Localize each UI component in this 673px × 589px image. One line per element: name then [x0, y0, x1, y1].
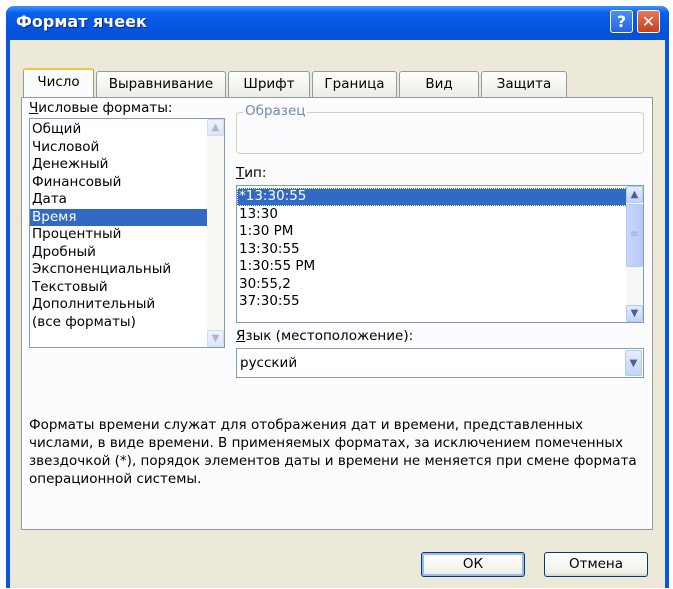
list-item[interactable]: Числовой: [30, 139, 224, 157]
list-item[interactable]: 37:30:55: [237, 293, 643, 311]
ok-button[interactable]: ОК: [421, 552, 525, 577]
list-item[interactable]: Время: [30, 208, 224, 226]
format-description: Форматы времени служат для отображения д…: [29, 417, 637, 487]
grip-icon: ≡: [630, 229, 639, 240]
cancel-button[interactable]: Отмена: [544, 552, 648, 577]
type-listbox[interactable]: *13:30:55 13:30 1:30 PM 13:30:55 1:30:55 PM 3…: [236, 185, 644, 323]
scroll-down-icon[interactable]: ▼: [626, 305, 643, 322]
scroll-up-icon[interactable]: ▲: [207, 119, 224, 136]
list-item[interactable]: Общий: [30, 121, 224, 139]
locale-value: русский: [240, 355, 298, 371]
tab-border[interactable]: Граница: [312, 71, 397, 97]
scroll-down-icon[interactable]: ▼: [207, 330, 224, 347]
locale-combobox[interactable]: русский ▼: [236, 348, 644, 378]
chevron-down-icon[interactable]: ▼: [625, 350, 642, 376]
list-item[interactable]: Текстовый: [30, 279, 224, 297]
list-item[interactable]: 1:30 PM: [237, 223, 643, 241]
tab-font[interactable]: Шрифт: [228, 71, 310, 97]
scroll-up-icon[interactable]: ▲: [626, 186, 643, 203]
dialog-body: Число Выравнивание Шрифт Граница Вид Защ…: [10, 40, 665, 588]
scroll-thumb[interactable]: ≡: [626, 204, 643, 267]
type-label: Тип:: [236, 165, 267, 181]
list-item[interactable]: 30:55,2: [237, 276, 643, 294]
list-item[interactable]: Процентный: [30, 226, 224, 244]
close-button[interactable]: ✕: [637, 10, 660, 33]
list-item[interactable]: Экспоненциальный: [30, 261, 224, 279]
type-scrollbar[interactable]: ▲ ≡ ▼: [626, 186, 643, 322]
list-item[interactable]: Дополнительный: [30, 296, 224, 314]
list-item[interactable]: Финансовый: [30, 174, 224, 192]
list-item[interactable]: Денежный: [30, 156, 224, 174]
list-item[interactable]: 13:30: [237, 206, 643, 224]
tab-alignment[interactable]: Выравнивание: [96, 71, 226, 97]
list-item[interactable]: 1:30:55 PM: [237, 258, 643, 276]
locale-label: Язык (местоположение):: [236, 328, 414, 344]
tab-fill[interactable]: Вид: [399, 71, 479, 97]
list-item[interactable]: Дробный: [30, 244, 224, 262]
help-button[interactable]: ?: [610, 10, 633, 33]
tab-panel-number: Числовые форматы: Общий Числовой Денежный Ф…: [21, 97, 653, 530]
list-item[interactable]: Дата: [30, 191, 224, 209]
title-bar[interactable]: Формат ячеек ? ✕: [6, 6, 669, 40]
formats-listbox[interactable]: Общий Числовой Денежный Финансовый Дата Время…: [29, 118, 225, 348]
formats-label: Числовые форматы:: [29, 100, 173, 116]
dialog-title: Формат ячеек: [16, 12, 147, 31]
formats-scrollbar[interactable]: ▲ ▼: [207, 119, 224, 347]
sample-legend: Образец: [243, 103, 308, 119]
tab-number[interactable]: Число: [23, 68, 94, 97]
tab-protection[interactable]: Защита: [481, 71, 567, 97]
list-item[interactable]: 13:30:55: [237, 241, 643, 259]
list-item[interactable]: *13:30:55: [237, 188, 643, 206]
sample-groupbox: Образец: [236, 103, 644, 154]
list-item[interactable]: (все форматы): [30, 314, 224, 332]
dialog-window: Формат ячеек ? ✕ Число Выравнивание Шриф…: [6, 6, 669, 588]
